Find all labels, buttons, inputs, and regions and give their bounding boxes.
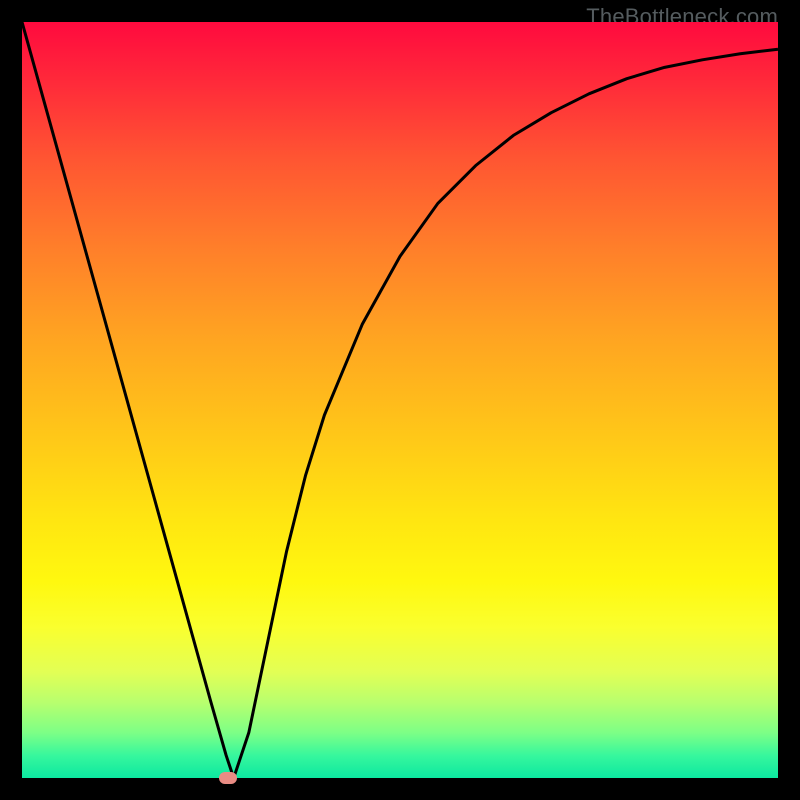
optimal-point-marker bbox=[219, 772, 237, 784]
bottleneck-curve-line bbox=[22, 22, 778, 778]
chart-svg bbox=[22, 22, 778, 778]
chart-frame bbox=[22, 22, 778, 778]
